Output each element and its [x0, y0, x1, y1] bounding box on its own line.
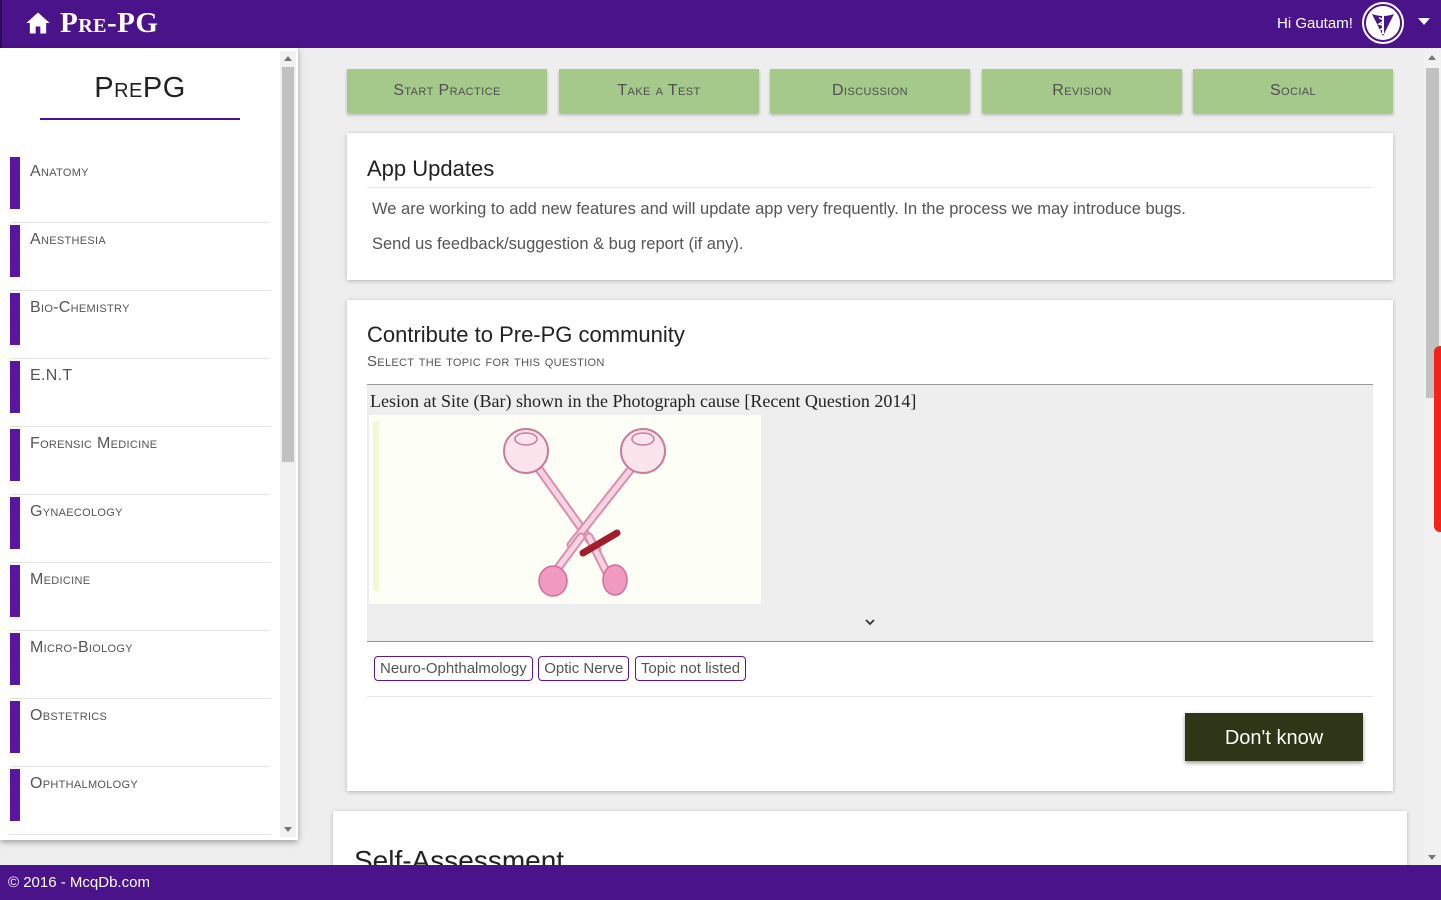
subject-list: Anatomy Anesthesia Bio-Chemistry E.N.T F…	[10, 155, 270, 835]
nav-accent-bar	[10, 293, 20, 345]
scroll-down-arrow-icon[interactable]	[1428, 855, 1436, 860]
question-photograph	[369, 415, 761, 604]
topic-chips: Neuro-Ophthalmology Optic Nerve Topic no…	[374, 656, 747, 681]
sidebar-item-label: Bio-Chemistry	[30, 299, 130, 316]
sidebar: PrePG Anatomy Anesthesia Bio-Chemistry E…	[0, 48, 298, 840]
updates-text-line-2: Send us feedback/suggestion & bug report…	[372, 235, 744, 253]
contribute-card: Contribute to Pre-PG community Select th…	[347, 300, 1393, 791]
feedback-side-tab[interactable]	[1434, 346, 1441, 532]
sidebar-item-ophthalmology[interactable]: Ophthalmology	[10, 767, 270, 835]
sidebar-item-label: Ophthalmology	[30, 775, 139, 792]
home-icon[interactable]	[24, 9, 52, 37]
sidebar-item-bio-chemistry[interactable]: Bio-Chemistry	[10, 291, 270, 359]
sidebar-item-medicine[interactable]: Medicine	[10, 563, 270, 631]
sidebar-item-label: Anatomy	[30, 163, 89, 180]
tab-start-practice[interactable]: Start Practice	[347, 69, 547, 113]
sidebar-item-label: Gynaecology	[30, 503, 123, 520]
sidebar-title-underline	[40, 118, 240, 120]
sidebar-item-label: Anesthesia	[30, 231, 107, 248]
contribute-subtitle: Select the topic for this question	[367, 353, 605, 370]
sidebar-item-anatomy[interactable]: Anatomy	[10, 155, 270, 223]
nav-accent-bar	[10, 497, 20, 549]
top-app-bar: Pre-PG Hi Gautam!	[0, 0, 1441, 48]
tab-discussion[interactable]: Discussion	[770, 69, 970, 113]
sidebar-item-label: Obstetrics	[30, 707, 108, 724]
nav-accent-bar	[10, 565, 20, 617]
app-updates-title: App Updates	[367, 156, 495, 181]
question-panel[interactable]: Lesion at Site (Bar) shown in the Photog…	[367, 384, 1373, 642]
action-tabs: Start Practice Take a Test Discussion Re…	[347, 69, 1393, 113]
footer: © 2016 - McqDb.com	[0, 865, 1441, 900]
sidebar-item-label: Micro-Biology	[30, 639, 133, 656]
sidebar-item-gynaecology[interactable]: Gynaecology	[10, 495, 270, 563]
topic-chip-optic-nerve[interactable]: Optic Nerve	[538, 656, 630, 681]
sidebar-item-label: Medicine	[30, 571, 91, 588]
brand-title[interactable]: Pre-PG	[60, 7, 158, 40]
sidebar-item-anesthesia[interactable]: Anesthesia	[10, 223, 270, 291]
topic-chip-neuro-ophthalmology[interactable]: Neuro-Ophthalmology	[374, 656, 533, 681]
sidebar-item-label: Forensic Medicine	[30, 435, 158, 452]
sidebar-item-obstetrics[interactable]: Obstetrics	[10, 699, 270, 767]
scroll-up-arrow-icon[interactable]	[284, 56, 292, 61]
tab-revision[interactable]: Revision	[982, 69, 1182, 113]
app-updates-card: App Updates We are working to add new fe…	[347, 133, 1393, 280]
chevron-down-icon[interactable]	[863, 617, 877, 627]
nav-accent-bar	[10, 157, 20, 209]
updates-text-line-1: We are working to add new features and w…	[372, 200, 1186, 218]
divider	[367, 696, 1373, 697]
nav-accent-bar	[10, 633, 20, 685]
nav-accent-bar	[10, 769, 20, 821]
contribute-title: Contribute to Pre-PG community	[367, 322, 685, 347]
sidebar-item-micro-biology[interactable]: Micro-Biology	[10, 631, 270, 699]
topic-chip-topic-not-listed[interactable]: Topic not listed	[634, 656, 747, 681]
caduceus-logo-icon	[1364, 4, 1402, 42]
nav-accent-bar	[10, 361, 20, 413]
sidebar-item-forensic-medicine[interactable]: Forensic Medicine	[10, 427, 270, 495]
nav-accent-bar	[10, 429, 20, 481]
sidebar-title: PrePG	[94, 72, 186, 104]
nav-accent-bar	[10, 225, 20, 277]
tab-take-a-test[interactable]: Take a Test	[559, 69, 759, 113]
question-text: Lesion at Site (Bar) shown in the Photog…	[370, 391, 917, 411]
account-menu-chevron-down-icon[interactable]	[1418, 18, 1430, 25]
tab-social[interactable]: Social	[1193, 69, 1393, 113]
dont-know-button[interactable]: Don't know	[1185, 713, 1363, 761]
avatar[interactable]	[1360, 0, 1406, 46]
user-greeting[interactable]: Hi Gautam!	[1277, 15, 1353, 32]
sidebar-scrollbar[interactable]	[280, 51, 296, 837]
scroll-down-arrow-icon[interactable]	[284, 827, 292, 832]
divider	[367, 187, 1373, 188]
sidebar-item-label: E.N.T	[30, 367, 73, 384]
nav-accent-bar	[10, 701, 20, 753]
sidebar-item-ent[interactable]: E.N.T	[10, 359, 270, 427]
scroll-up-arrow-icon[interactable]	[1428, 55, 1436, 60]
sidebar-scroll-thumb[interactable]	[282, 67, 294, 462]
